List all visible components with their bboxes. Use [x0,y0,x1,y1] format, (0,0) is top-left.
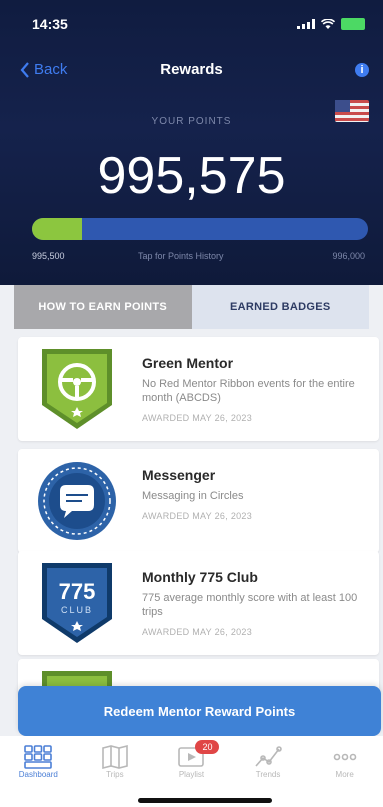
green-mentor-badge-icon [42,349,112,429]
points-value: 995,575 [97,147,286,205]
back-label: Back [34,61,68,78]
more-icon [333,753,356,761]
progress-end-label: 996,000 [332,251,365,261]
badge-title: Messenger [142,467,216,483]
badge-description: Messaging in Circles [142,490,244,502]
badge-date: AWARDED MAY 26, 2023 [142,511,253,521]
tab-trends[interactable]: Trends [230,736,307,807]
tab-label: Playlist [178,770,205,779]
badge-card[interactable]: Messenger Messaging in Circles AWARDED M… [18,449,379,553]
signal-icon [297,19,315,29]
playlist-notification-badge: 20 [195,740,220,754]
points-progress-bar[interactable] [32,218,368,240]
points-progress-fill [32,218,83,240]
badge-emblem-text: CLUB [61,605,93,615]
trips-icon [102,744,128,770]
badge-card[interactable]: Green Mentor No Red Mentor Ribbon events… [18,337,379,441]
tab-earned-badges[interactable]: EARNED BADGES [191,285,369,329]
badge-date: AWARDED MAY 26, 2023 [142,627,253,637]
badge-date: AWARDED MAY 26, 2023 [142,413,253,423]
tab-dashboard[interactable]: Dashboard [0,736,77,807]
tab-label: Dashboard [18,770,58,779]
redeem-button[interactable]: Redeem Mentor Reward Points [18,686,381,736]
badge-title: Monthly 775 Club [142,569,258,585]
status-time: 14:35 [32,16,68,32]
badge-description: 775 average monthly score with at least … [142,592,358,618]
badge-card[interactable]: 775 CLUB Monthly 775 Club 775 average mo… [18,551,379,655]
status-bar: 14:35 [32,14,365,34]
progress-start-label: 995,500 [32,251,65,261]
wifi-icon [321,18,335,29]
chevron-left-icon [20,61,29,78]
tab-label: Trends [255,770,281,779]
tab-label: Trips [106,770,124,779]
back-button[interactable]: Back [20,61,67,78]
tab-playlist[interactable]: 20 Playlist [153,736,230,807]
rewards-header: 14:35 Back Rewards i YOUR POINTS 995,575 [0,0,383,285]
monthly-775-club-badge-icon: 775 CLUB [42,563,112,643]
info-icon[interactable]: i [355,63,369,77]
badge-emblem-number: 775 [59,579,96,604]
messenger-badge-icon [38,462,116,540]
rewards-tabs: HOW TO EARN POINTS EARNED BADGES [14,285,369,329]
points-label: YOUR POINTS [151,116,232,127]
badge-title: Green Mentor [142,355,234,371]
tab-trips[interactable]: Trips [77,736,154,807]
tab-how-to-earn[interactable]: HOW TO EARN POINTS [14,285,192,329]
battery-icon [341,18,365,30]
tab-more[interactable]: More [306,736,383,807]
tab-label: More [335,770,354,779]
points-history-link[interactable]: Tap for Points History [138,251,224,261]
bottom-tab-bar: Dashboard Trips 20 Playlist Trends More [0,736,383,807]
nav-bar: Back Rewards i [0,55,383,85]
badge-description: No Red Mentor Ribbon events for the enti… [142,378,355,404]
home-indicator [138,798,272,803]
dashboard-icon [24,745,53,769]
trends-icon [255,746,282,767]
